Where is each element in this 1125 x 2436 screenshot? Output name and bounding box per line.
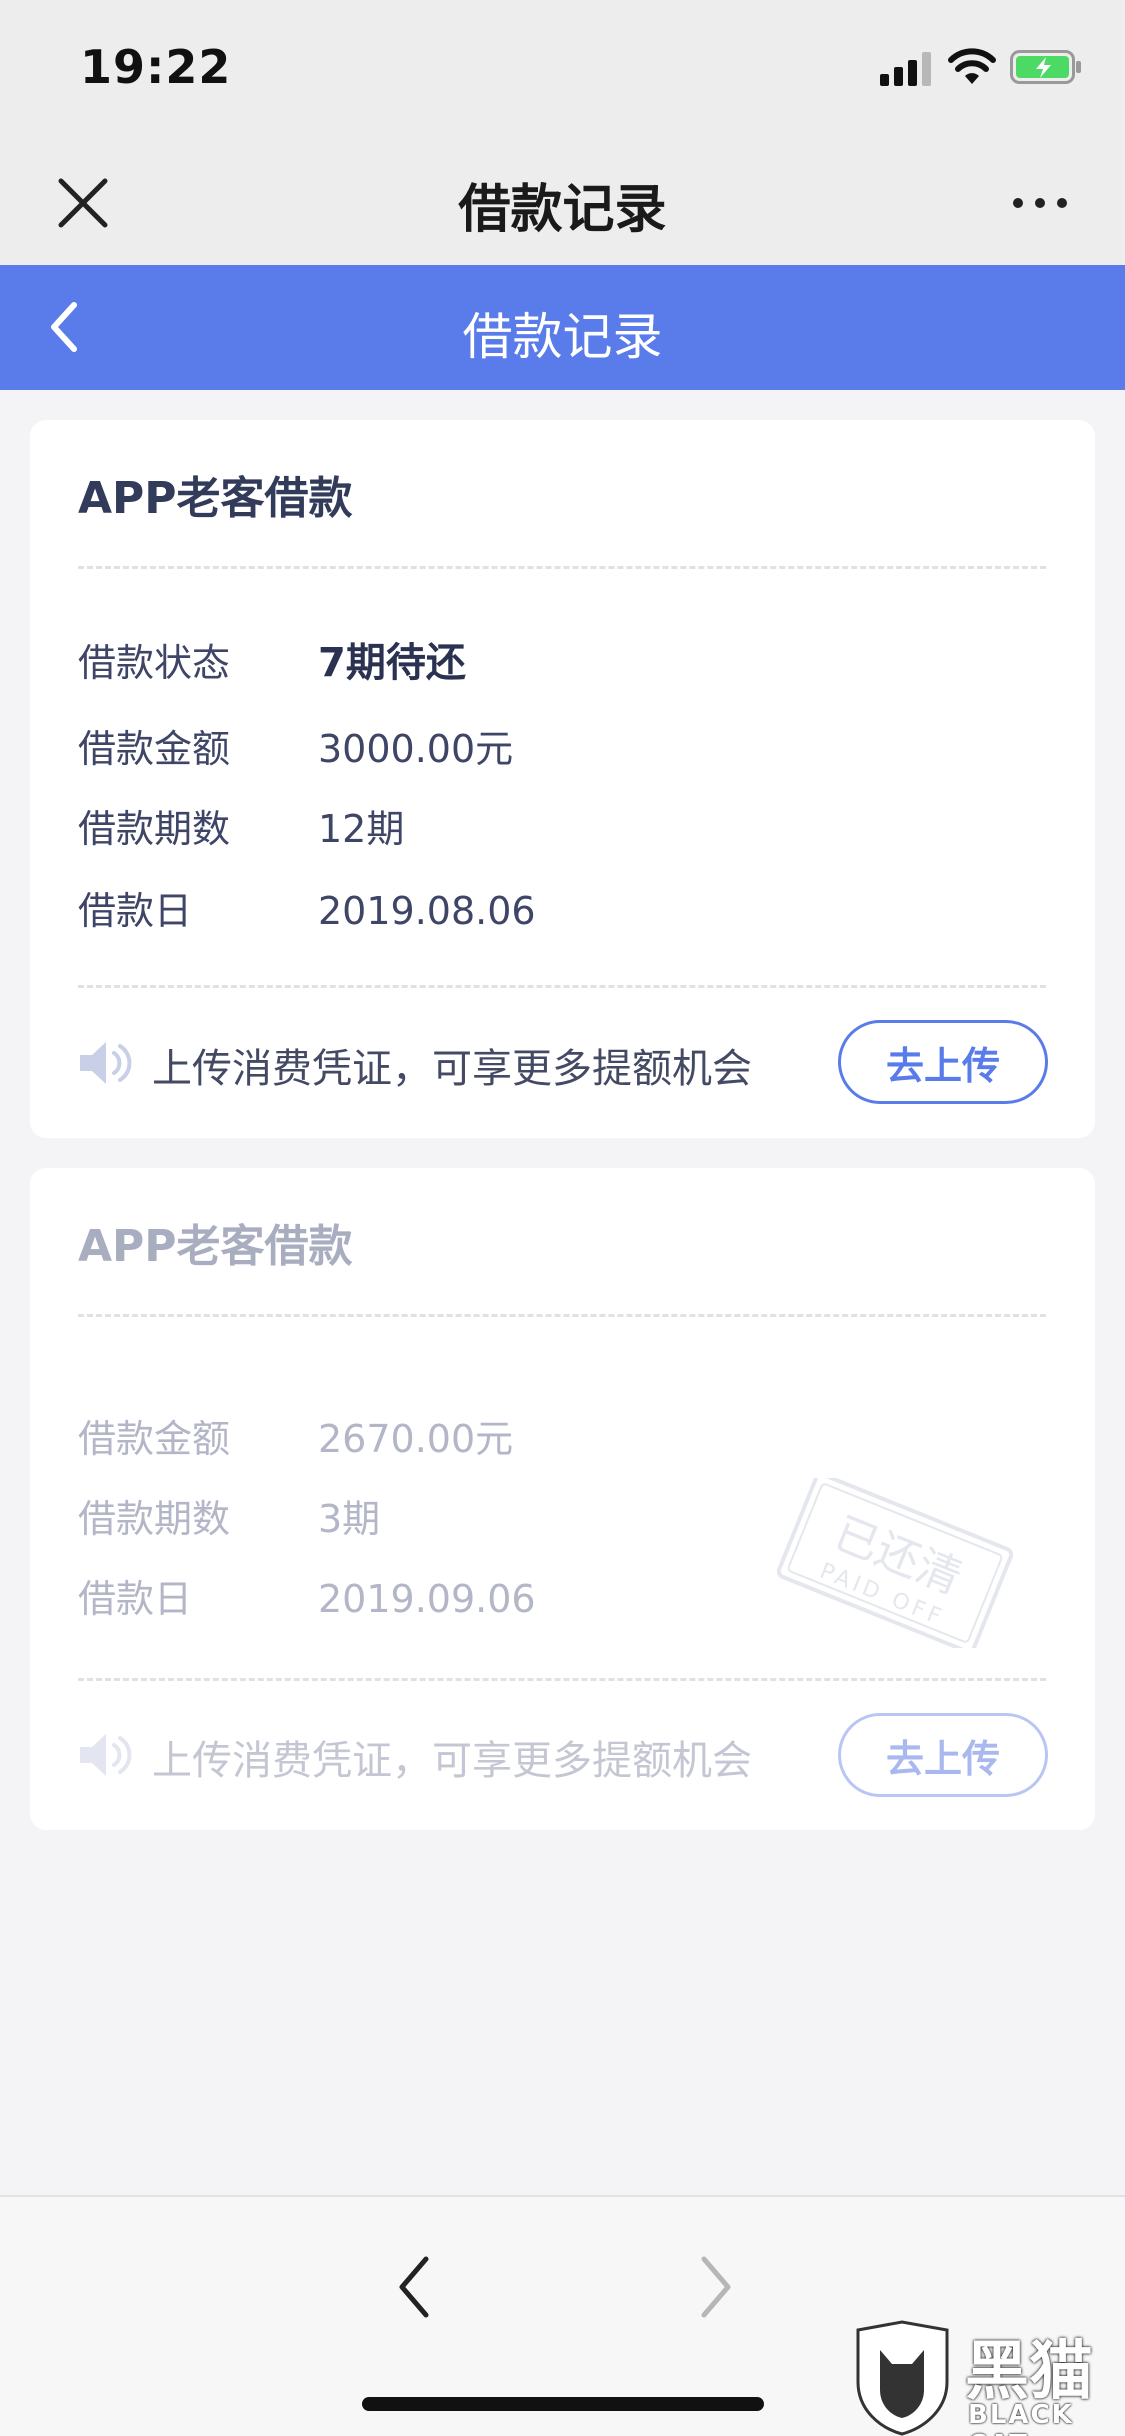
home-indicator[interactable]	[362, 2397, 764, 2411]
upload-notice: 上传消费凭证，可享更多提额机会	[152, 1738, 752, 1784]
screen: 19:22 借款记录 借款记录 APP老客借款 借款状态 7期待还 借款金额 3…	[0, 0, 1125, 2436]
row-label: 借款金额	[78, 1417, 231, 1461]
watermark-subtitle: BLACK CAT	[968, 2400, 1074, 2436]
row-value: 2019.09.06	[318, 1577, 536, 1621]
chevron-left-icon[interactable]	[390, 2247, 440, 2327]
app-nav-bar: 借款记录	[0, 265, 1125, 390]
webview-title: 借款记录	[458, 180, 667, 240]
black-cat-watermark: 黑猫 BLACK CAT	[850, 2320, 1125, 2436]
card-title: APP老客借款	[78, 1221, 353, 1272]
speaker-icon	[80, 1042, 132, 1084]
upload-button[interactable]: 去上传	[838, 1020, 1048, 1104]
cellular-signal-icon	[880, 52, 931, 86]
watermark-title: 黑猫	[965, 2335, 1093, 2409]
black-cat-logo-icon	[856, 2320, 949, 2436]
loan-amount-row: 借款金额 3000.00元	[78, 718, 513, 773]
chevron-right-icon[interactable]	[690, 2247, 740, 2327]
loan-record-card-paid[interactable]: APP老客借款 借款金额 2670.00元 借款期数 3期 借款日 2019.09.0…	[30, 1168, 1095, 1830]
upload-notice: 上传消费凭证，可享更多提额机会	[152, 1046, 752, 1092]
divider	[78, 1678, 1046, 1681]
row-label: 借款状态	[78, 641, 231, 685]
row-label: 借款期数	[78, 1497, 231, 1541]
more-icon[interactable]	[1010, 183, 1070, 223]
loan-term-row: 借款期数 3期	[78, 1488, 380, 1543]
wifi-icon	[948, 48, 996, 84]
row-value: 2019.08.06	[318, 889, 536, 933]
row-value: 12期	[318, 807, 405, 851]
battery-icon	[1010, 50, 1081, 84]
loan-status-row: 借款状态 7期待还	[78, 630, 466, 688]
row-label: 借款期数	[78, 807, 231, 851]
upload-button[interactable]: 去上传	[838, 1713, 1048, 1797]
status-time: 19:22	[80, 40, 232, 94]
divider	[78, 985, 1046, 988]
loan-term-row: 借款期数 12期	[78, 798, 404, 853]
loan-record-card[interactable]: APP老客借款 借款状态 7期待还 借款金额 3000.00元 借款期数 12期 借款…	[30, 420, 1095, 1138]
paid-off-stamp: 已还清 PAID OFF	[776, 1478, 1014, 1648]
row-label: 借款日	[78, 1577, 193, 1621]
divider	[78, 1314, 1046, 1317]
row-label: 借款日	[78, 889, 193, 933]
loan-date-row: 借款日 2019.08.06	[78, 880, 536, 935]
status-bar: 19:22	[0, 0, 1125, 135]
row-value: 7期待还	[318, 640, 466, 686]
loan-date-row: 借款日 2019.09.06	[78, 1568, 536, 1623]
page-title: 借款记录	[462, 308, 663, 366]
row-label: 借款金额	[78, 727, 231, 771]
card-title: APP老客借款	[78, 473, 353, 524]
loan-amount-row: 借款金额 2670.00元	[78, 1408, 513, 1463]
row-value: 2670.00元	[318, 1417, 514, 1461]
speaker-icon	[80, 1734, 132, 1776]
divider	[78, 566, 1046, 569]
webview-header: 借款记录	[0, 135, 1125, 265]
row-value: 3期	[318, 1497, 381, 1541]
row-value: 3000.00元	[318, 727, 514, 771]
